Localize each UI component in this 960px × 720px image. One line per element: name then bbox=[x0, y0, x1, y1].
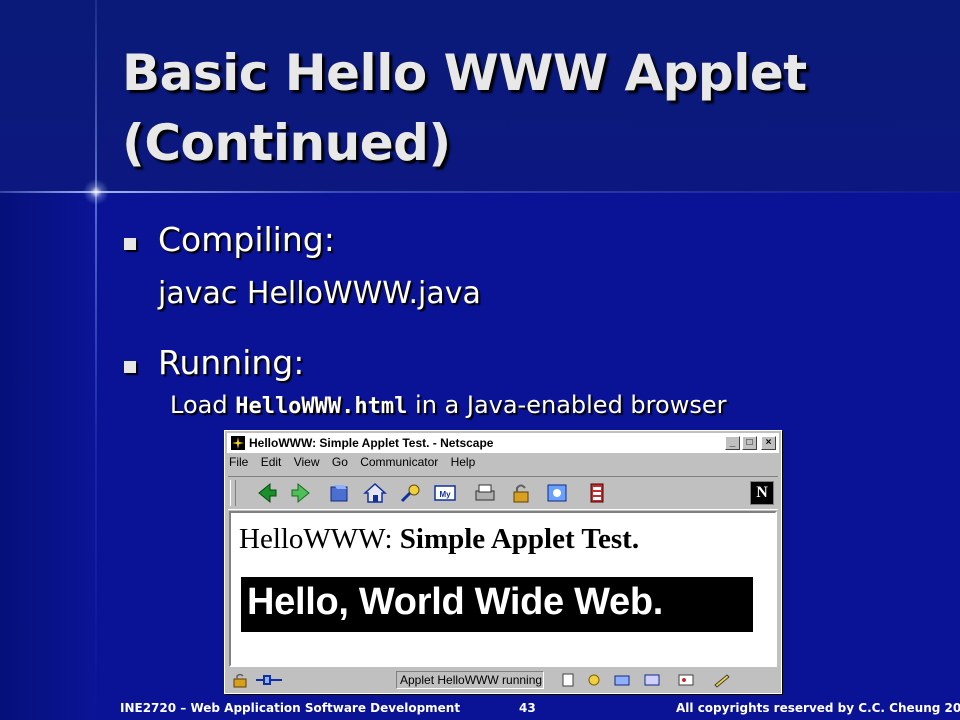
bullet-square-icon bbox=[124, 238, 136, 250]
maximize-button[interactable]: □ bbox=[742, 436, 757, 450]
menu-help[interactable]: Help bbox=[451, 455, 476, 469]
shop-icon[interactable] bbox=[544, 481, 570, 505]
menu-go[interactable]: Go bbox=[332, 455, 348, 469]
svg-text:My: My bbox=[439, 490, 451, 499]
slide: Basic Hello WWW Applet (Continued) Compi… bbox=[0, 0, 960, 720]
horizontal-accent-line bbox=[0, 191, 960, 193]
discussion-component-icon[interactable] bbox=[642, 672, 662, 688]
close-button[interactable]: × bbox=[761, 436, 776, 450]
navigation-toolbar: My N bbox=[228, 476, 778, 510]
edit-component-icon[interactable] bbox=[712, 672, 732, 688]
window-title: HelloWWW: Simple Applet Test. - Netscape bbox=[249, 436, 494, 450]
applet-area: Hello, World Wide Web. bbox=[241, 577, 753, 632]
menu-edit[interactable]: Edit bbox=[261, 455, 282, 469]
applet-text: Hello, World Wide Web. bbox=[247, 581, 664, 623]
title-line-2: (Continued) bbox=[122, 114, 451, 172]
my-netscape-icon[interactable]: My bbox=[432, 481, 458, 505]
page-heading-plain: HelloWWW: bbox=[239, 523, 400, 555]
title-line-1: Basic Hello WWW Applet bbox=[122, 44, 807, 102]
run-instruction: Load HelloWWW.html in a Java-enabled bro… bbox=[170, 391, 726, 419]
bullet-square-icon bbox=[124, 361, 136, 373]
document-status-icon bbox=[562, 673, 574, 687]
run-prefix: Load bbox=[170, 391, 236, 419]
footer-course: INE2720 – Web Application Software Devel… bbox=[120, 701, 461, 715]
navigator-component-icon[interactable] bbox=[584, 672, 604, 688]
slide-title: Basic Hello WWW Applet (Continued) bbox=[122, 38, 942, 178]
menu-file[interactable]: File bbox=[229, 455, 248, 469]
vertical-accent-line bbox=[95, 0, 97, 720]
status-bar: Applet HelloWWW running bbox=[228, 671, 778, 691]
bullet-running: Running: bbox=[158, 343, 305, 382]
lock-status-icon bbox=[233, 673, 247, 688]
browser-window: HelloWWW: Simple Applet Test. - Netscape… bbox=[224, 430, 782, 694]
connection-status-icon bbox=[256, 675, 282, 685]
stop-icon[interactable] bbox=[584, 481, 610, 505]
print-icon[interactable] bbox=[472, 481, 498, 505]
security-icon[interactable] bbox=[508, 481, 534, 505]
menu-communicator[interactable]: Communicator bbox=[360, 455, 438, 469]
forward-icon[interactable] bbox=[288, 481, 314, 505]
compile-command: javac HelloWWW.java bbox=[158, 276, 481, 311]
toolbar-grip[interactable] bbox=[230, 480, 236, 506]
search-icon[interactable] bbox=[398, 481, 424, 505]
minimize-button[interactable]: _ bbox=[725, 436, 740, 450]
netscape-logo-icon: N bbox=[750, 481, 774, 505]
page-heading-bold: Simple Applet Test. bbox=[399, 523, 640, 555]
reload-icon[interactable] bbox=[326, 481, 352, 505]
footer-copyright: All copyrights reserved by C.C. Cheung 2… bbox=[676, 701, 960, 715]
page-content: HelloWWW: Simple Applet Test. Hello, Wor… bbox=[229, 511, 777, 667]
menu-view[interactable]: View bbox=[294, 455, 320, 469]
run-file: HelloWWW.html bbox=[235, 394, 408, 419]
window-titlebar: HelloWWW: Simple Applet Test. - Netscape… bbox=[227, 433, 779, 453]
menu-bar: File Edit View Go Communicator Help bbox=[229, 455, 484, 473]
bullet-compiling: Compiling: bbox=[158, 220, 335, 259]
mailbox-component-icon[interactable] bbox=[612, 672, 632, 688]
home-icon[interactable] bbox=[362, 481, 388, 505]
back-icon[interactable] bbox=[254, 481, 280, 505]
status-text: Applet HelloWWW running bbox=[396, 671, 544, 689]
page-heading: HelloWWW: Simple Applet Test. bbox=[239, 523, 639, 556]
footer-page-number: 43 bbox=[519, 701, 536, 715]
netscape-window-icon bbox=[231, 436, 245, 450]
run-suffix: in a Java-enabled browser bbox=[407, 391, 727, 419]
composer-component-icon[interactable] bbox=[676, 672, 696, 688]
sparkle-decoration bbox=[82, 178, 110, 206]
